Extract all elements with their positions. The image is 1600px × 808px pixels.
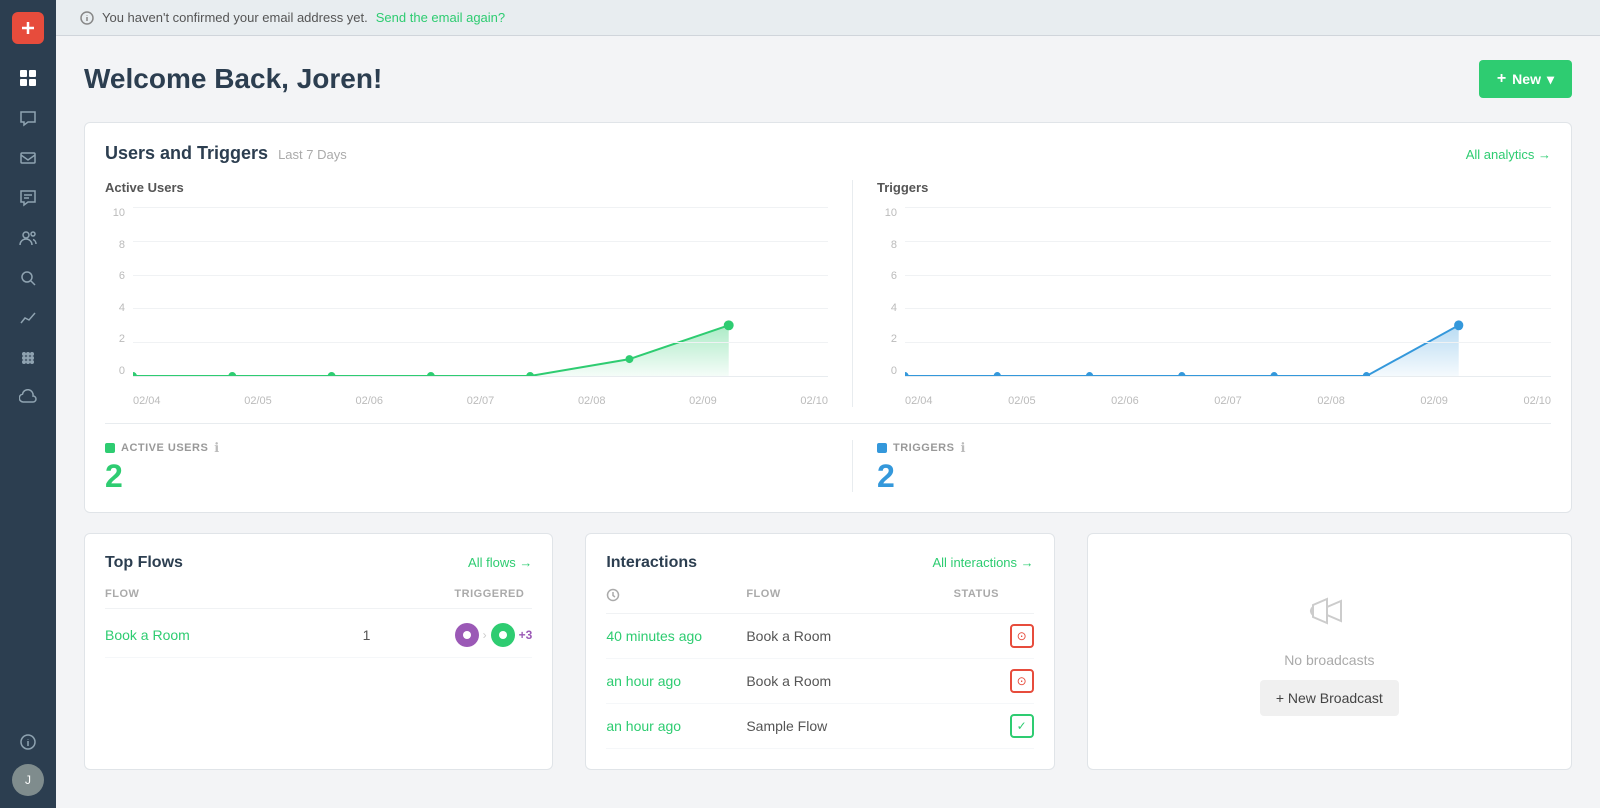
comment-icon[interactable] [10,180,46,216]
flow-more: +3 [519,628,533,642]
chat-icon[interactable] [10,100,46,136]
active-users-xaxis: 02/04 02/05 02/06 02/07 02/08 02/09 02/1… [133,395,828,407]
analytics-icon[interactable] [10,300,46,336]
main-content: You haven't confirmed your email address… [56,0,1600,808]
stats-row: ACTIVE USERS ℹ 2 TRIGGERS ℹ 2 [105,423,1551,492]
active-users-grid [133,207,828,376]
message-icon[interactable] [10,140,46,176]
time-col-header [606,588,746,605]
status-1: ⊙ [954,624,1034,648]
triggers-grid [905,207,1551,376]
triggers-stat: TRIGGERS ℹ 2 [852,440,1551,492]
apps-icon[interactable] [10,340,46,376]
triggers-chart: 10 8 6 4 2 0 [877,207,1551,407]
active-users-stat-label: ACTIVE USERS [121,442,208,454]
flow-triggered: 1 [363,627,443,643]
active-users-chart: 10 8 6 4 2 0 [105,207,828,407]
flow-1: Book a Room [746,628,953,644]
users-icon[interactable] [10,220,46,256]
triggers-info-icon[interactable]: ℹ [960,440,965,456]
time-3[interactable]: an hour ago [606,718,746,734]
flow-col-header-interactions: FLOW [746,588,953,605]
all-flows-link[interactable]: All flows → [468,555,532,570]
active-users-label: Active Users [105,180,828,195]
search-icon[interactable] [10,260,46,296]
cloud-icon[interactable] [10,380,46,416]
charts-grid: Active Users 10 8 6 4 2 0 [105,180,1551,407]
info-bottom-icon[interactable] [10,724,46,760]
send-email-link[interactable]: Send the email again? [376,10,505,25]
broadcasts-empty-text: No broadcasts [1284,652,1374,668]
interactions-table-header: FLOW STATUS [606,588,1033,614]
new-button[interactable]: + New ▾ [1479,60,1572,98]
broadcasts-card: No broadcasts + New Broadcast [1087,533,1572,770]
active-users-chart-area [133,207,828,377]
flow-row: Book a Room 1 › +3 [105,613,532,658]
active-users-stat: ACTIVE USERS ℹ 2 [105,440,828,492]
status-success-icon: ✓ [1010,714,1034,738]
sidebar: J [0,0,56,808]
time-2[interactable]: an hour ago [606,673,746,689]
active-users-section: Active Users 10 8 6 4 2 0 [105,180,828,407]
analytics-card-header: Users and Triggers Last 7 Days All analy… [105,143,1551,164]
triggers-section: Triggers 10 8 6 4 2 0 [852,180,1551,407]
triggered-col-header: TRIGGERED [454,588,524,600]
bottom-grid: Top Flows All flows → FLOW TRIGGERED Boo… [84,533,1572,770]
interaction-row-2: an hour ago Book a Room ⊙ [606,659,1033,704]
status-error-icon-1: ⊙ [1010,624,1034,648]
flow-icons: › +3 [455,623,533,647]
status-3: ✓ [954,714,1034,738]
analytics-card-title: Users and Triggers [105,143,268,164]
avatar[interactable]: J [12,764,44,796]
flow-name[interactable]: Book a Room [105,627,351,643]
triggers-badge [877,443,887,453]
new-button-label: New [1512,71,1541,87]
chevron-down-icon: ▾ [1547,71,1554,88]
top-flows-header: Top Flows All flows → [105,554,532,572]
interactions-title: Interactions [606,554,697,572]
email-confirmation-banner: You haven't confirmed your email address… [56,0,1600,36]
triggers-value: 2 [877,460,1551,492]
flow-col-header: FLOW [105,588,446,600]
interactions-card: Interactions All interactions → FLOW STA… [585,533,1054,770]
flow-3: Sample Flow [746,718,953,734]
active-users-yaxis: 10 8 6 4 2 0 [105,207,125,377]
page-title: Welcome Back, Joren! [84,63,382,95]
interaction-row-1: 40 minutes ago Book a Room ⊙ [606,614,1033,659]
flow-arrow-icon: › [483,628,487,642]
flow-2: Book a Room [746,673,953,689]
app-logo[interactable] [12,12,44,44]
interactions-header-row: Interactions All interactions → [606,554,1033,572]
flow-icon-1 [455,623,479,647]
status-2: ⊙ [954,669,1034,693]
triggers-label: Triggers [877,180,1551,195]
status-error-icon-2: ⊙ [1010,669,1034,693]
plus-icon: + [1497,70,1506,88]
top-flows-card: Top Flows All flows → FLOW TRIGGERED Boo… [84,533,553,770]
page-body: Welcome Back, Joren! + New ▾ Users and T… [56,36,1600,808]
all-analytics-link[interactable]: All analytics → [1466,147,1551,162]
top-flows-table-header: FLOW TRIGGERED [105,588,532,609]
all-interactions-link[interactable]: All interactions → [933,555,1034,570]
new-broadcast-button[interactable]: + New Broadcast [1260,680,1399,716]
triggers-stat-label: TRIGGERS [893,442,954,454]
flow-icon-2 [491,623,515,647]
analytics-subtitle: Last 7 Days [278,147,347,162]
page-header: Welcome Back, Joren! + New ▾ [84,60,1572,98]
broadcasts-icon [1305,587,1353,640]
status-col-header: STATUS [954,588,1034,605]
time-1[interactable]: 40 minutes ago [606,628,746,644]
interaction-row-3: an hour ago Sample Flow ✓ [606,704,1033,749]
active-users-value: 2 [105,460,828,492]
triggers-xaxis: 02/04 02/05 02/06 02/07 02/08 02/09 02/1… [905,395,1551,407]
top-flows-title: Top Flows [105,554,183,572]
active-users-badge [105,443,115,453]
dashboard-icon[interactable] [10,60,46,96]
triggers-yaxis: 10 8 6 4 2 0 [877,207,897,377]
active-users-info-icon[interactable]: ℹ [214,440,219,456]
banner-text: You haven't confirmed your email address… [102,10,368,25]
triggers-chart-area [905,207,1551,377]
analytics-card: Users and Triggers Last 7 Days All analy… [84,122,1572,513]
